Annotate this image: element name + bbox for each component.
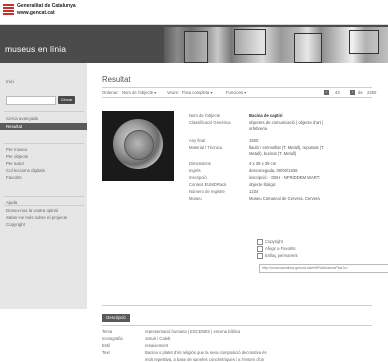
search-button[interactable]: Cercar (58, 96, 75, 104)
description-label: Tema (102, 329, 113, 334)
sidebar-divider (4, 205, 84, 206)
title-divider (102, 87, 372, 88)
field-value: inscripció: - DEH - NFRIDDEM WART: (249, 175, 320, 180)
next-page-icon[interactable]: › (350, 90, 355, 95)
permalink-label: Enllaç permanent (265, 253, 298, 259)
copyright-label: Copyright (265, 239, 283, 245)
field-value: Metall), burinat (T. Metall) (249, 151, 297, 156)
section-divider (102, 305, 372, 306)
field-label: Inscripció (189, 175, 207, 180)
sidebar-item-by-museum[interactable]: Per museu (6, 147, 27, 152)
description-value: molt repetitiva, a base de sanefes concè… (145, 357, 265, 362)
sidebar-item-home[interactable]: Inici (6, 79, 14, 84)
prev-page-icon[interactable]: ‹ (324, 90, 329, 95)
sidebar-item-result[interactable]: Resultat (0, 123, 87, 130)
field-label: Nom de l'objecte (189, 113, 221, 118)
field-value: orfebreria (249, 126, 267, 131)
field-label: Material / Tècnica (189, 145, 222, 150)
banner: museus en línia (0, 25, 388, 63)
view-dropdown[interactable]: Fitxa completa ▾ (182, 90, 213, 95)
sidebar-item-digital-collections[interactable]: Col·leccions digitals (6, 168, 45, 173)
description-value: Bacina o platet d'ús religiós que la sev… (145, 350, 267, 355)
org-name[interactable]: Generalitat de Catalunya (17, 3, 76, 9)
object-image[interactable] (102, 111, 174, 181)
field-value: 1500 (249, 138, 259, 143)
field-label: Any final (189, 138, 206, 143)
field-value: objectes de comunicació | objecte d'art … (249, 120, 324, 125)
field-value: desconeguda, 00/00/1936 (249, 168, 298, 173)
field-label: Museu (189, 196, 202, 201)
sidebar-item-feedback[interactable]: Doneu-nos la vostra opinió (6, 208, 58, 213)
tab-description[interactable]: Descripció (102, 314, 130, 322)
sidebar-item-by-object[interactable]: Per objecte (6, 154, 28, 159)
copyright-icon (257, 239, 263, 245)
field-value: 4 x 39 x 39 cm (249, 161, 277, 166)
sidebar-item-advanced-search[interactable]: Cerca avançada (6, 116, 38, 121)
field-label: Número de registre (189, 189, 225, 194)
description-label: Iconografia (102, 336, 123, 341)
field-value: Museu Comarcal de Cervera. Cervera (249, 196, 320, 201)
field-value: 1234 (249, 189, 259, 194)
current-page: 43 (335, 90, 340, 95)
field-label: Dimensions (189, 161, 211, 166)
sidebar-divider (4, 196, 84, 197)
add-favorites-label: Afegir a Favorits (265, 246, 296, 252)
sidebar-divider (4, 111, 84, 112)
description-value: renaixement (145, 343, 169, 348)
functions-dropdown[interactable]: Funcions ▾ (226, 90, 246, 95)
sidebar-item-about[interactable]: Saber-ne més sobre el projecte (6, 215, 67, 220)
field-value: llautó / emmotllat (T. Metall), repussat… (249, 145, 325, 150)
site-title[interactable]: museus en línia (5, 44, 66, 54)
description-label: Estil (102, 343, 110, 348)
sidebar-item-by-author[interactable]: Per autor (6, 161, 24, 166)
view-label: Veure: (167, 90, 180, 95)
toolbar-divider (102, 97, 372, 98)
field-value: objecte litúrgic (249, 182, 276, 187)
banner-photo-collage (164, 27, 388, 63)
plate-center (124, 130, 154, 160)
link-icon (257, 253, 263, 259)
description-label: Text (102, 350, 110, 355)
permalink-field[interactable]: http://museusenlinia.gencat.cat/eMPlaMus… (259, 264, 388, 273)
permalink-link[interactable]: Enllaç permanent (257, 253, 298, 259)
field-label: Ingrés (189, 168, 201, 173)
section-divider (102, 325, 372, 326)
main-content: Resultat Ordenar: Nom de l'objecte ▾ Veu… (87, 63, 388, 362)
sidebar-item-favorites[interactable]: Favorits (6, 175, 22, 180)
top-bar: Generalitat de Catalunya www.gencat.cat (0, 0, 388, 25)
favorites-icon (257, 246, 263, 252)
sidebar-item-copyright[interactable]: Copyright (6, 222, 25, 227)
description-value: representació humana | ESCENES | escena … (145, 329, 241, 334)
sort-label: Ordenar: (102, 90, 119, 95)
page-of-label: de (358, 90, 363, 95)
search-input[interactable] (6, 96, 56, 105)
copyright-link[interactable]: Copyright (257, 239, 283, 245)
field-label: Context EUMDRack (189, 182, 227, 187)
sidebar: Inici Cercar Cerca avançada Resultat Per… (0, 63, 87, 309)
field-label: Classificació Genèrica (189, 120, 231, 125)
sidebar-item-label: Resultat (6, 124, 23, 129)
total-pages: 2260 (367, 90, 377, 95)
page-title: Resultat (102, 75, 131, 84)
field-value: Bacina de captiri (249, 113, 283, 118)
org-url[interactable]: www.gencat.cat (17, 10, 55, 16)
add-favorites-link[interactable]: Afegir a Favorits (257, 246, 296, 252)
description-value: Josuè i Caleb (145, 336, 171, 341)
sort-dropdown[interactable]: Nom de l'objecte ▾ (122, 90, 156, 95)
sidebar-divider (4, 143, 84, 144)
gencat-logo-icon[interactable] (3, 4, 14, 15)
